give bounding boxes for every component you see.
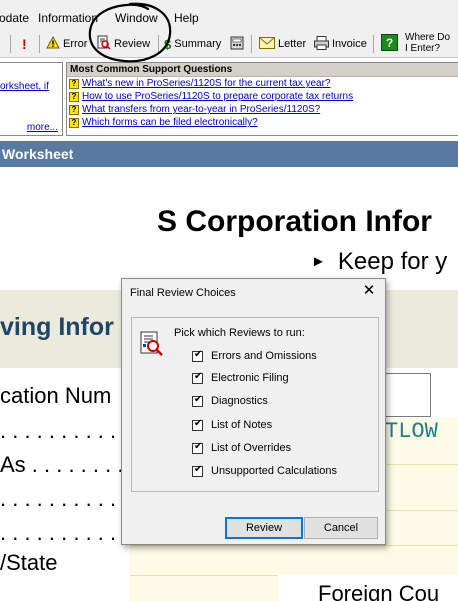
- invoice-printer-icon: [314, 35, 329, 53]
- toolbar-separator: [158, 35, 159, 53]
- option-label: List of Overrides: [211, 442, 292, 454]
- form-row-divider: [130, 545, 458, 546]
- warning-triangle-icon: [46, 35, 60, 52]
- toolbar-separator: [39, 35, 40, 53]
- toolbar-separator: [373, 35, 374, 53]
- form-subtitle-text: Keep for y: [337, 248, 448, 275]
- checkbox[interactable]: ✔: [192, 463, 203, 477]
- worksheet-header: Worksheet: [0, 141, 458, 167]
- menu-information[interactable]: Information: [38, 11, 98, 25]
- review-button[interactable]: Review: [97, 33, 150, 55]
- dialog-title: Final Review Choices: [130, 287, 236, 299]
- checkbox[interactable]: ✔: [192, 417, 203, 431]
- checkbox[interactable]: ✔: [192, 440, 203, 454]
- help-question-icon: ?: [381, 34, 398, 54]
- where-do-i-enter-label[interactable]: Where Do I Enter?: [405, 32, 450, 54]
- option-label: List of Notes: [211, 419, 273, 431]
- envelope-icon: [259, 36, 275, 52]
- review-magnifier-icon: [97, 35, 111, 53]
- entity-name-value[interactable]: TLOW: [385, 419, 438, 444]
- more-link[interactable]: more...: [27, 122, 58, 133]
- option-errors-and-omissions[interactable]: ✔ Errors and Omissions: [192, 348, 317, 362]
- checkmark-icon: ✔: [194, 463, 203, 475]
- option-label: Electronic Filing: [211, 372, 289, 384]
- option-list-of-overrides[interactable]: ✔ List of Overrides: [192, 440, 292, 454]
- where-do-i-enter-button[interactable]: ?: [381, 33, 398, 55]
- cancel-button[interactable]: Cancel: [304, 517, 378, 539]
- support-question-link[interactable]: How to use ProSeries/1120S to prepare co…: [82, 91, 353, 102]
- checkbox[interactable]: ✔: [192, 348, 203, 362]
- form-title: S Corporation Infor: [157, 205, 432, 238]
- option-label: Errors and Omissions: [211, 350, 317, 362]
- calculator-icon: [230, 36, 244, 53]
- menu-window[interactable]: Window: [115, 11, 158, 25]
- form-label-id-number: cation Num: [0, 383, 112, 408]
- checkmark-icon: ✔: [194, 440, 203, 452]
- question-icon: ?: [69, 104, 79, 115]
- final-review-dialog: Final Review Choices ✕ Pick which Review…: [121, 278, 386, 545]
- menu-bar: odate Information Window Help: [0, 0, 458, 30]
- alert-button[interactable]: !: [22, 33, 27, 55]
- support-panel-heading: Most Common Support Questions: [67, 63, 458, 77]
- option-list-of-notes[interactable]: ✔ List of Notes: [192, 417, 273, 431]
- support-question-item[interactable]: ? What's new in ProSeries/1120S for the …: [67, 77, 458, 90]
- support-questions-panel: Most Common Support Questions ? What's n…: [66, 62, 458, 136]
- summary-button-label: Summary: [174, 38, 222, 50]
- calculator-button[interactable]: [230, 33, 244, 55]
- summary-button[interactable]: $ Summary: [164, 33, 221, 55]
- foreign-country-label: Foreign Cou: [318, 581, 440, 601]
- letter-button-label: Letter: [278, 38, 307, 50]
- option-electronic-filing[interactable]: ✔ Electronic Filing: [192, 370, 289, 384]
- support-question-item[interactable]: ? Which forms can be filed electronicall…: [67, 116, 458, 129]
- checkmark-icon: ✔: [194, 370, 203, 382]
- menu-update[interactable]: odate: [0, 11, 29, 25]
- letter-button[interactable]: Letter: [259, 33, 306, 55]
- checkmark-icon: ✔: [194, 393, 203, 405]
- error-button[interactable]: Error: [46, 33, 87, 55]
- section-title: ving Infor: [0, 313, 114, 341]
- menu-help[interactable]: Help: [174, 11, 199, 25]
- option-label: Diagnostics: [211, 395, 268, 407]
- error-button-label: Error: [63, 38, 88, 50]
- form-label-city-state: /State: [0, 550, 58, 575]
- support-question-link[interactable]: Which forms can be filed electronically?: [82, 117, 258, 128]
- exclamation-icon: !: [22, 36, 27, 52]
- close-icon[interactable]: ✕: [361, 283, 377, 299]
- support-question-link[interactable]: What transfers from year-to-year in ProS…: [82, 104, 320, 115]
- option-diagnostics[interactable]: ✔ Diagnostics: [192, 393, 268, 407]
- review-options-group: Pick which Reviews to run: ✔ Errors and …: [131, 317, 379, 492]
- review-document-icon: [138, 330, 166, 358]
- invoice-button-label: Invoice: [332, 38, 367, 50]
- checkbox[interactable]: ✔: [192, 370, 203, 384]
- option-label: Unsupported Calculations: [211, 465, 337, 477]
- right-arrow-icon: ►: [311, 253, 326, 270]
- checkbox[interactable]: ✔: [192, 393, 203, 407]
- question-icon: ?: [69, 78, 79, 89]
- toolbar-separator: [251, 35, 252, 53]
- invoice-button[interactable]: Invoice: [314, 33, 367, 55]
- toolbar-separator: [10, 35, 11, 53]
- checkmark-icon: ✔: [194, 348, 203, 360]
- support-question-item[interactable]: ? What transfers from year-to-year in Pr…: [67, 103, 458, 116]
- question-icon: ?: [69, 117, 79, 128]
- review-button-dialog[interactable]: Review: [225, 517, 303, 539]
- checkmark-icon: ✔: [194, 417, 203, 429]
- svg-text:?: ?: [386, 36, 393, 50]
- ein-input[interactable]: [385, 373, 431, 417]
- help-panel-left: orksheet, if more...: [0, 62, 63, 136]
- review-button-label: Review: [114, 38, 151, 50]
- worksheet-help-link[interactable]: orksheet, if: [0, 81, 49, 92]
- form-subtitle: ► Keep for y: [311, 248, 447, 276]
- support-question-item[interactable]: ? How to use ProSeries/1120S to prepare …: [67, 90, 458, 103]
- toolbar: ! Error Review $ Summary Letter Invoice: [0, 30, 458, 58]
- dollar-icon: $: [164, 36, 172, 52]
- option-unsupported-calculations[interactable]: ✔ Unsupported Calculations: [192, 463, 337, 477]
- question-icon: ?: [69, 91, 79, 102]
- dialog-prompt: Pick which Reviews to run:: [174, 327, 305, 339]
- support-question-link[interactable]: What's new in ProSeries/1120S for the cu…: [82, 78, 331, 89]
